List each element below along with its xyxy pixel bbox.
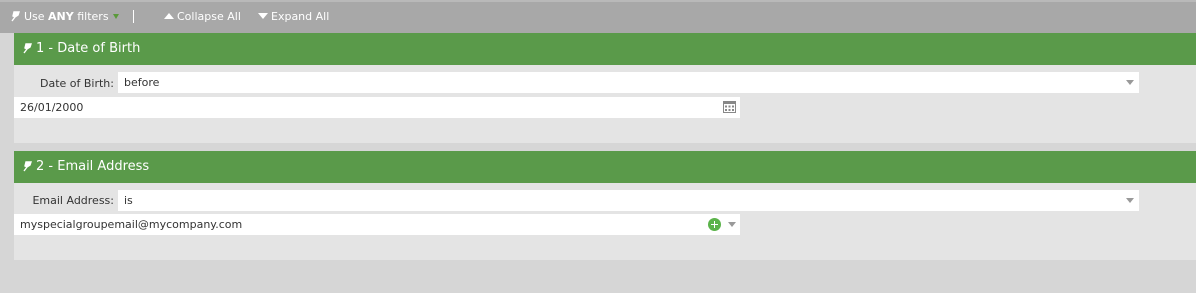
filter-title: 1 - Date of Birth	[36, 41, 141, 56]
date-value: 26/01/2000	[20, 101, 84, 114]
field-label: Email Address:	[32, 194, 114, 207]
pin-icon	[23, 161, 32, 172]
field-label: Date of Birth:	[39, 77, 114, 90]
email-value: myspecialgroupemail@mycompany.com	[20, 218, 243, 231]
filter-header[interactable]: 1 - Date of Birth	[14, 33, 1196, 65]
collapse-all-label: Collapse All	[177, 10, 241, 23]
filter-header[interactable]: 2 - Email Address	[14, 151, 1196, 183]
use-filters-suffix: filters	[73, 10, 109, 23]
chevron-down-icon	[1126, 198, 1134, 203]
pin-icon	[23, 43, 32, 54]
filter-title: 2 - Email Address	[36, 159, 150, 174]
filter-mode: ANY	[48, 10, 74, 23]
use-filters-dropdown[interactable]: Use ANY filters	[10, 10, 119, 24]
pin-icon	[11, 11, 20, 22]
filter-panel-date-of-birth: 1 - Date of Birth Date of Birth: before …	[14, 33, 1196, 143]
dropdown-arrow-icon	[112, 14, 119, 19]
chevron-down-icon	[1126, 80, 1134, 85]
toolbar-separator	[133, 10, 134, 23]
collapse-icon	[164, 13, 174, 19]
operator-value: before	[124, 76, 160, 89]
chevron-down-icon[interactable]	[728, 222, 736, 227]
collapse-all-button[interactable]: Collapse All	[164, 10, 241, 24]
expand-icon	[258, 13, 268, 19]
filter-panel-email-address: 2 - Email Address Email Address: is mysp…	[14, 151, 1196, 260]
operator-select[interactable]: before	[118, 72, 1139, 93]
date-input[interactable]: 26/01/2000	[14, 97, 740, 118]
filter-toolbar: Use ANY filters Collapse All Expand All	[0, 0, 1196, 33]
calendar-icon[interactable]	[723, 101, 736, 113]
expand-all-label: Expand All	[271, 10, 330, 23]
use-filters-prefix: Use	[24, 10, 49, 23]
add-icon[interactable]	[708, 218, 721, 231]
email-input[interactable]: myspecialgroupemail@mycompany.com	[14, 214, 740, 235]
operator-select[interactable]: is	[118, 190, 1139, 211]
expand-all-button[interactable]: Expand All	[258, 10, 329, 24]
operator-value: is	[124, 194, 133, 207]
